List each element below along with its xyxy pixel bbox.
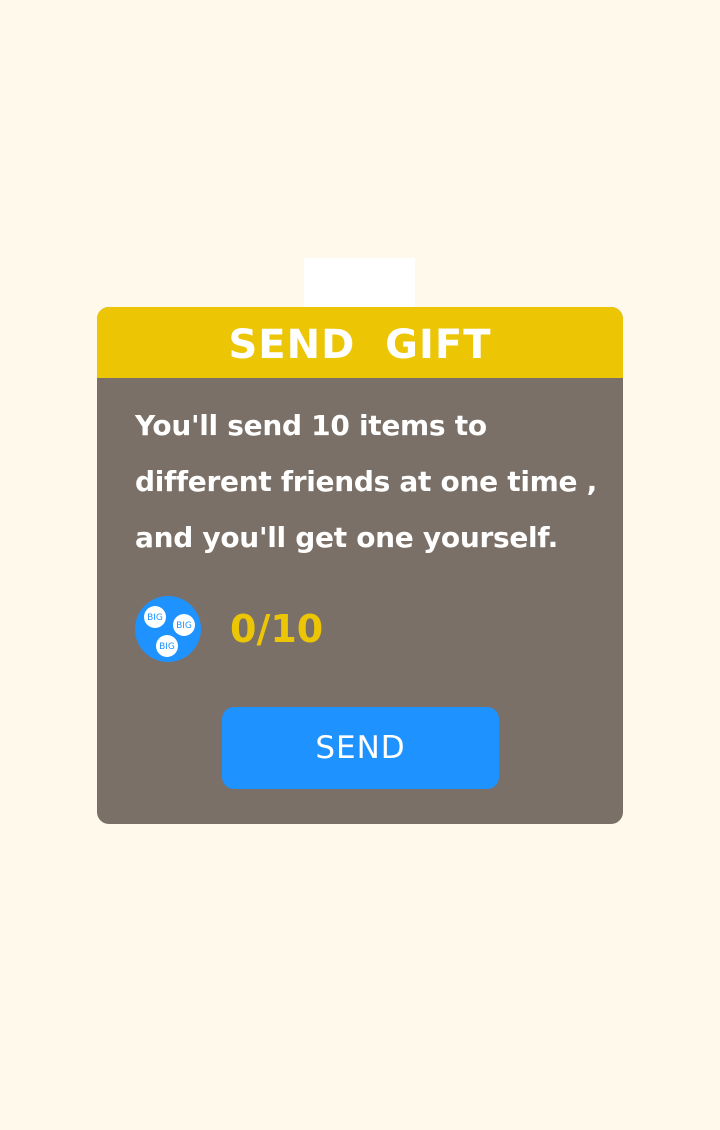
dialog-title: SEND GIFT <box>228 321 492 368</box>
dialog-header: SEND GIFT <box>97 307 623 378</box>
big-coins-icon: BIG BIG BIG <box>135 596 201 662</box>
coin-label: BIG <box>176 621 192 631</box>
coin-label: BIG <box>159 642 175 652</box>
gift-screen: SEND GIFT You'll send 10 items to differ… <box>0 0 720 1130</box>
dialog-message: You'll send 10 items to different friend… <box>135 409 597 554</box>
tab-stub <box>304 258 415 310</box>
send-gift-dialog: SEND GIFT You'll send 10 items to differ… <box>97 307 623 824</box>
send-button[interactable]: SEND <box>222 707 499 789</box>
gift-counter: 0/10 <box>230 607 324 651</box>
coin-label: BIG <box>147 613 163 623</box>
